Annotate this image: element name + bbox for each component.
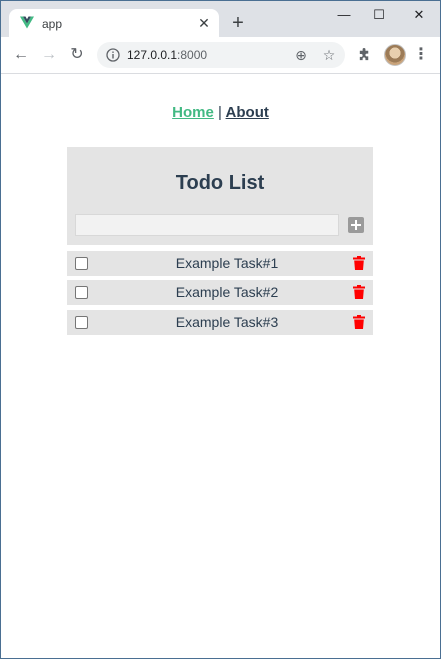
menu-kebab-icon[interactable]: ⋮ bbox=[412, 46, 430, 64]
about-link[interactable]: About bbox=[226, 104, 269, 121]
new-tab-icon[interactable]: + bbox=[229, 13, 247, 33]
profile-avatar[interactable] bbox=[384, 44, 406, 66]
home-link[interactable]: Home bbox=[172, 104, 214, 121]
info-icon[interactable] bbox=[106, 48, 120, 62]
task-label: Example Task#2 bbox=[175, 284, 279, 300]
url-text[interactable]: 127.0.0.1:8000 bbox=[127, 48, 207, 62]
minimize-icon[interactable]: — bbox=[329, 5, 359, 25]
forward-icon[interactable]: → bbox=[40, 46, 58, 64]
trash-icon[interactable] bbox=[353, 315, 365, 329]
extensions-puzzle-icon[interactable] bbox=[357, 47, 372, 62]
close-tab-icon[interactable]: ✕ bbox=[195, 14, 213, 32]
url-port: :8000 bbox=[177, 48, 208, 62]
new-task-input[interactable] bbox=[75, 214, 339, 236]
reload-icon[interactable]: ↻ bbox=[68, 46, 86, 64]
nav-separator: | bbox=[218, 104, 222, 121]
task-checkbox[interactable] bbox=[75, 286, 88, 299]
browser-window: app ✕ + — ☐ ✕ ← → ↻ 127.0.0.1:8000 ⊕ ☆ ⋮ bbox=[0, 0, 441, 659]
back-icon[interactable]: ← bbox=[12, 46, 30, 64]
close-window-icon[interactable]: ✕ bbox=[404, 5, 434, 25]
task-item: Example Task#1 bbox=[67, 251, 373, 276]
task-label: Example Task#3 bbox=[175, 314, 279, 330]
todo-header: Todo List bbox=[67, 147, 373, 245]
task-item: Example Task#3 bbox=[67, 310, 373, 335]
browser-toolbar: ← → ↻ 127.0.0.1:8000 ⊕ ☆ ⋮ bbox=[1, 37, 440, 74]
vue-logo-icon bbox=[20, 16, 34, 29]
url-host: 127.0.0.1 bbox=[127, 48, 178, 62]
trash-icon[interactable] bbox=[353, 285, 365, 299]
add-task-icon[interactable] bbox=[348, 217, 364, 233]
address-bar[interactable]: 127.0.0.1:8000 ⊕ ☆ bbox=[97, 42, 345, 68]
task-item: Example Task#2 bbox=[67, 280, 373, 305]
maximize-icon[interactable]: ☐ bbox=[364, 5, 394, 25]
bookmark-star-icon[interactable]: ☆ bbox=[320, 46, 338, 64]
task-checkbox[interactable] bbox=[75, 257, 88, 270]
top-nav: Home | About bbox=[1, 104, 440, 121]
page-title: Todo List bbox=[175, 172, 265, 194]
task-label: Example Task#1 bbox=[175, 255, 279, 271]
tab-title: app bbox=[42, 17, 63, 31]
install-app-icon[interactable]: ⊕ bbox=[292, 46, 310, 64]
browser-tab[interactable]: app ✕ bbox=[9, 9, 219, 37]
trash-icon[interactable] bbox=[353, 256, 365, 270]
task-checkbox[interactable] bbox=[75, 316, 88, 329]
page-content: Home | About Todo List Example Task#1 Ex… bbox=[1, 74, 440, 658]
tab-strip: app ✕ + — ☐ ✕ bbox=[1, 1, 440, 37]
